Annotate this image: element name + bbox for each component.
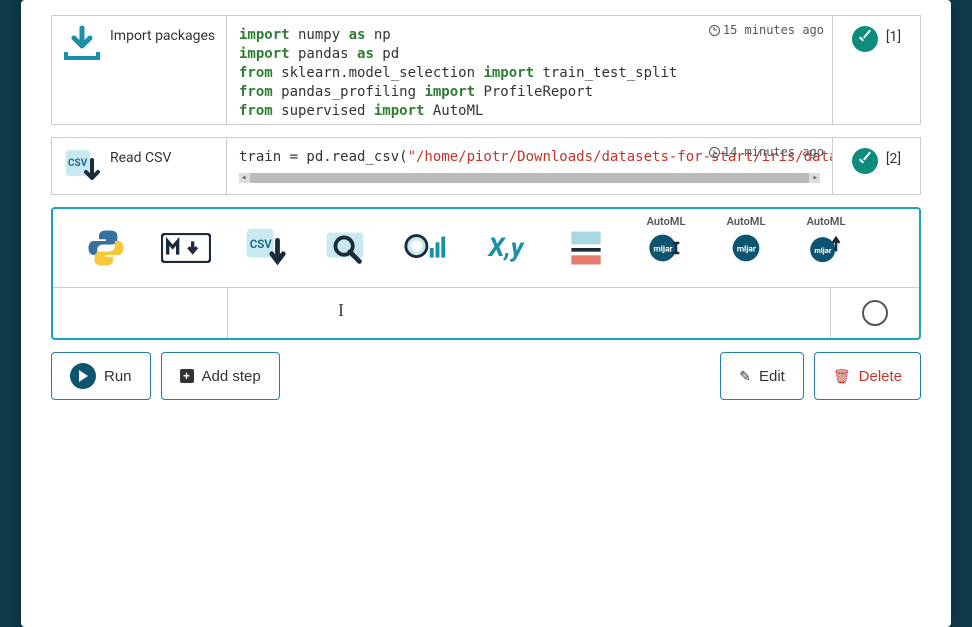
svg-text:CSV: CSV <box>250 237 273 251</box>
clock-icon <box>709 25 720 36</box>
execution-count: [2] <box>886 148 901 167</box>
delete-button[interactable]: 🗑 Delete <box>814 352 921 400</box>
trash-icon: 🗑 <box>833 368 851 385</box>
notebook-sheet: Import packages 15 minutes ago import nu… <box>21 0 951 627</box>
svg-text:mljar: mljar <box>737 245 756 255</box>
cell-left: Import packages <box>52 16 227 124</box>
horizontal-scrollbar[interactable] <box>239 173 820 183</box>
active-cell-body: I <box>53 288 919 338</box>
cell-label: Import packages <box>110 24 215 44</box>
timestamp: 15 minutes ago <box>709 22 824 38</box>
tool-markdown[interactable] <box>161 223 211 273</box>
active-cell-editor[interactable]: I <box>228 288 831 338</box>
clock-icon <box>709 147 720 158</box>
tool-automl-train[interactable]: AutoML mljar <box>641 223 691 273</box>
cell-status: [1] <box>832 16 920 124</box>
tool-explore[interactable] <box>321 223 371 273</box>
tool-automl-predict[interactable]: AutoML mljar <box>721 223 771 273</box>
download-icon <box>62 24 102 64</box>
add-step-button[interactable]: + Add step <box>161 352 280 400</box>
svg-text:CSV: CSV <box>68 158 88 169</box>
csv-file-icon: CSV <box>62 146 102 186</box>
success-check-icon <box>852 26 878 52</box>
pending-status-icon <box>862 300 888 326</box>
code-area[interactable]: 14 minutes ago train = pd.read_csv("/hom… <box>227 138 832 194</box>
code-area[interactable]: 15 minutes ago import numpy as np import… <box>227 16 832 124</box>
pencil-icon: ✎ <box>739 368 751 385</box>
text-cursor-icon: I <box>338 300 344 321</box>
play-icon <box>70 363 96 389</box>
tool-automl-export[interactable]: AutoML mljar <box>801 223 851 273</box>
cell-label: Read CSV <box>110 146 171 166</box>
run-button[interactable]: Run <box>51 352 151 400</box>
tool-xy-split[interactable]: X,y <box>481 223 531 273</box>
tool-read-csv[interactable]: CSV <box>241 223 291 273</box>
svg-text:mljar: mljar <box>814 246 831 255</box>
active-cell-left <box>53 288 228 338</box>
action-toolbar: Run + Add step ✎ Edit 🗑 Delete <box>51 352 921 400</box>
active-cell: CSV X,y AutoML mljar AutoML mljar AutoML <box>51 207 921 340</box>
edit-button[interactable]: ✎ Edit <box>720 352 804 400</box>
cell-read-csv[interactable]: CSV Read CSV 14 minutes ago train = pd.r… <box>51 137 921 195</box>
tool-profile[interactable] <box>401 223 451 273</box>
plus-icon: + <box>180 369 194 383</box>
tool-python[interactable] <box>81 223 131 273</box>
svg-text:mljar: mljar <box>654 245 673 255</box>
cell-import-packages[interactable]: Import packages 15 minutes ago import nu… <box>51 15 921 125</box>
cell-left: CSV Read CSV <box>52 138 227 194</box>
tool-train-test-split[interactable] <box>561 223 611 273</box>
success-check-icon <box>852 148 878 174</box>
active-cell-status <box>831 288 919 338</box>
execution-count: [1] <box>886 26 901 45</box>
cell-status: [2] <box>832 138 920 194</box>
step-type-toolbar: CSV X,y AutoML mljar AutoML mljar AutoML <box>53 209 919 288</box>
timestamp: 14 minutes ago <box>709 144 824 160</box>
